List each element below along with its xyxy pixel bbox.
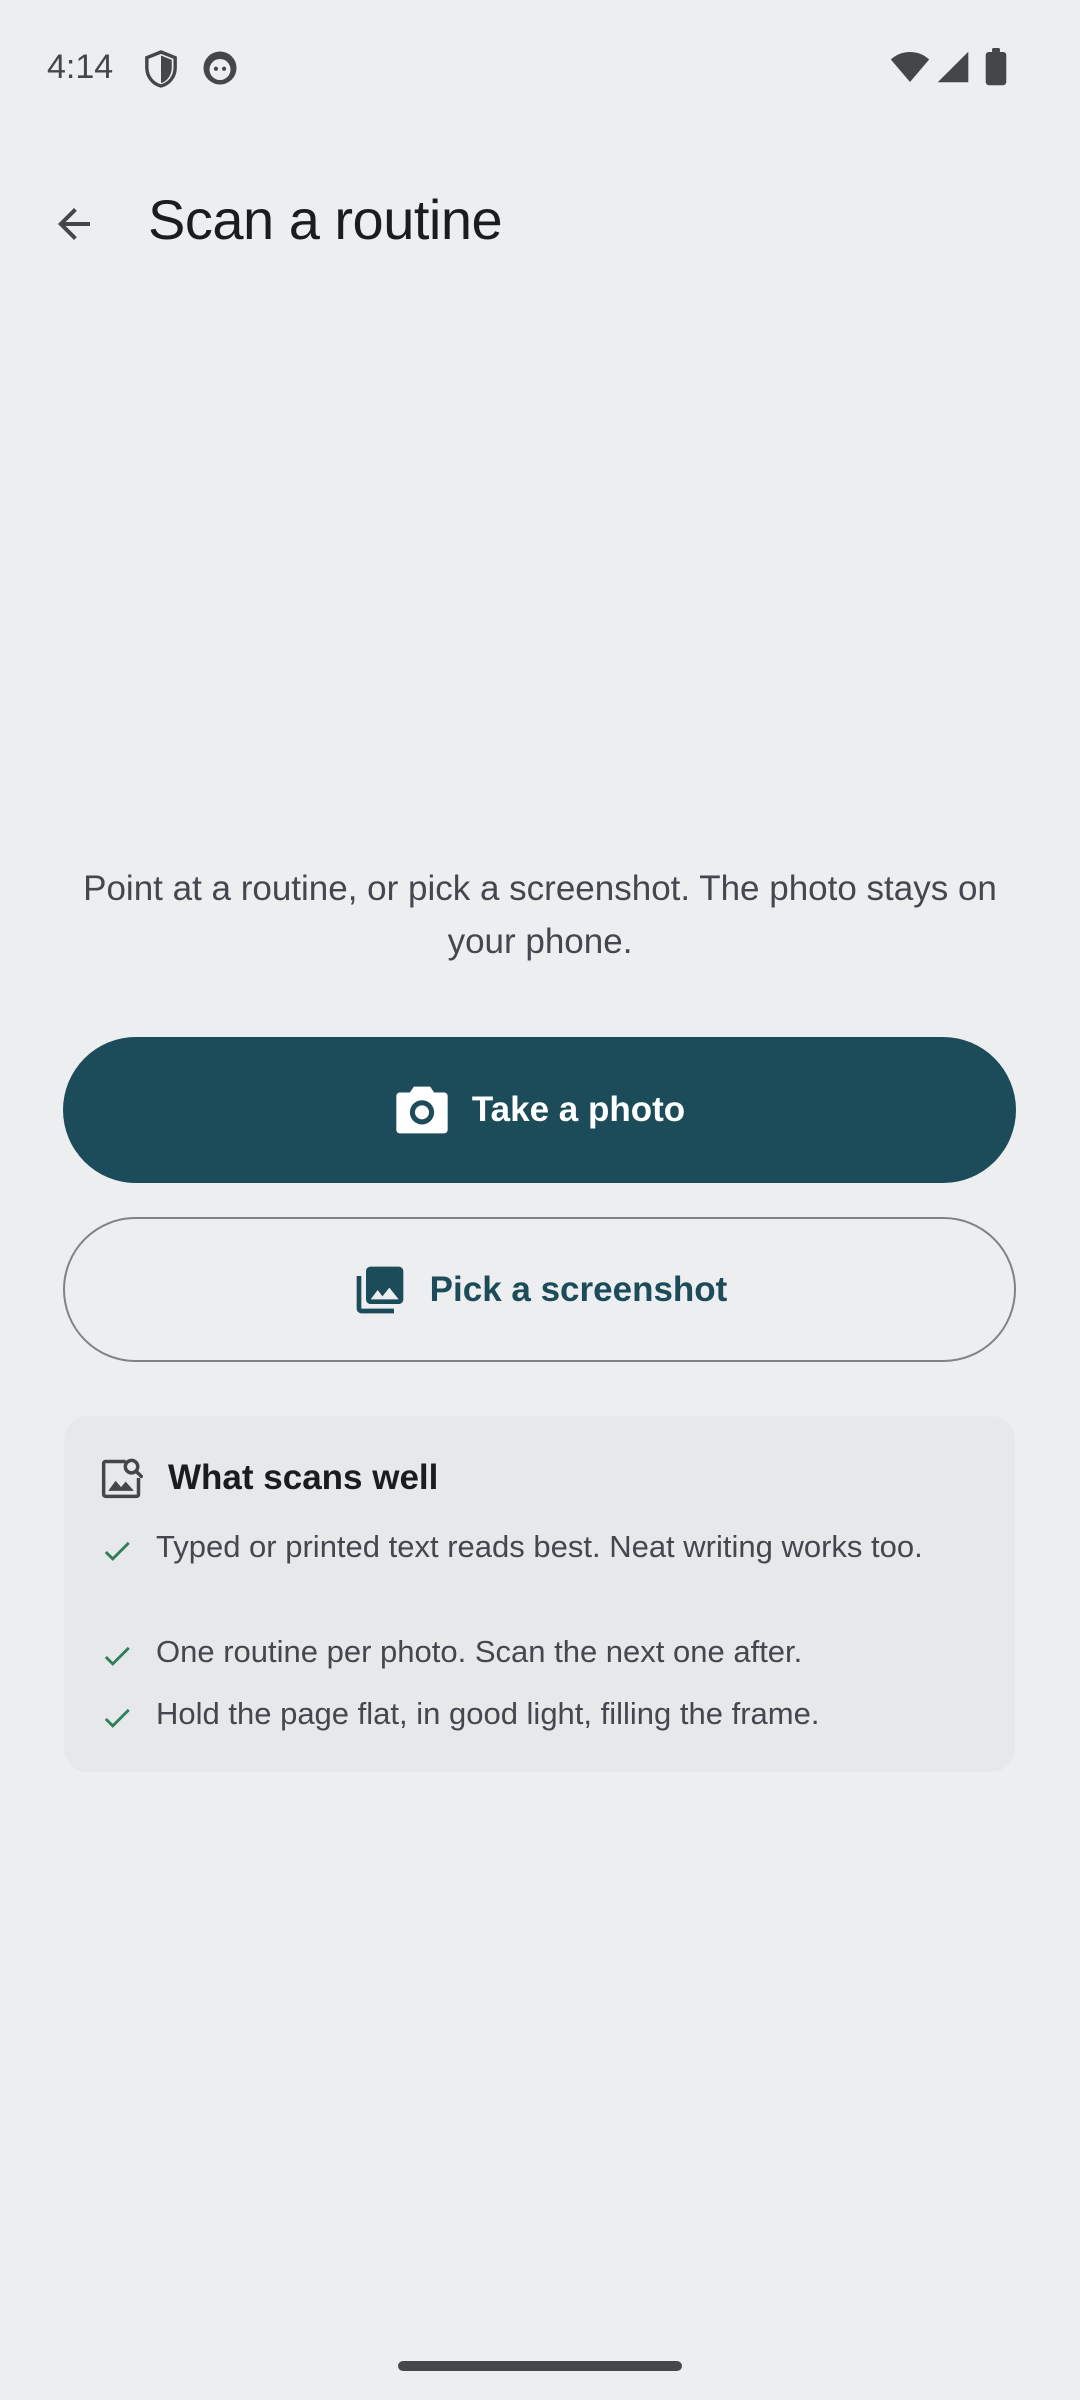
camera-icon: [396, 1086, 448, 1134]
scan-tips-card: What scans well Typed or printed text re…: [64, 1416, 1015, 1772]
pick-screenshot-label: Pick a screenshot: [429, 1269, 728, 1309]
gesture-nav-handle[interactable]: [398, 2361, 682, 2371]
tip-text: One routine per photo. Scan the next one…: [156, 1634, 803, 1669]
back-button[interactable]: [30, 180, 118, 268]
top-app-bar: Scan a routine: [0, 160, 1080, 280]
cellular-signal-icon: [937, 51, 969, 83]
pick-screenshot-button[interactable]: Pick a screenshot: [63, 1217, 1016, 1362]
tips-header: What scans well: [100, 1456, 438, 1500]
tip-text: Typed or printed text reads best. Neat w…: [156, 1529, 923, 1564]
check-icon: [104, 1708, 130, 1728]
check-icon: [104, 1541, 130, 1561]
intro-text: Point at a routine, or pick a screenshot…: [83, 869, 997, 961]
arrow-back-icon: [58, 208, 90, 240]
battery-icon: [985, 48, 1007, 86]
list-item: One routine per photo. Scan the next one…: [100, 1631, 980, 1673]
photo-library-icon: [356, 1266, 404, 1313]
take-photo-button[interactable]: Take a photo: [63, 1037, 1016, 1183]
status-bar: 4:14: [0, 0, 1080, 136]
image-search-icon: [101, 1458, 143, 1499]
check-icon: [104, 1646, 130, 1666]
tips-title: What scans well: [168, 1458, 439, 1497]
shield-icon: [145, 50, 177, 88]
list-item: Typed or printed text reads best. Neat w…: [100, 1526, 980, 1568]
list-item: Hold the page flat, in good light, filli…: [100, 1693, 980, 1735]
tip-text: Hold the page flat, in good light, filli…: [156, 1696, 820, 1731]
page-title: Scan a routine: [148, 188, 503, 251]
status-time: 4:14: [47, 48, 114, 86]
take-photo-label: Take a photo: [471, 1090, 686, 1129]
wifi-icon: [890, 52, 930, 82]
app-notification-icon: [203, 51, 237, 85]
